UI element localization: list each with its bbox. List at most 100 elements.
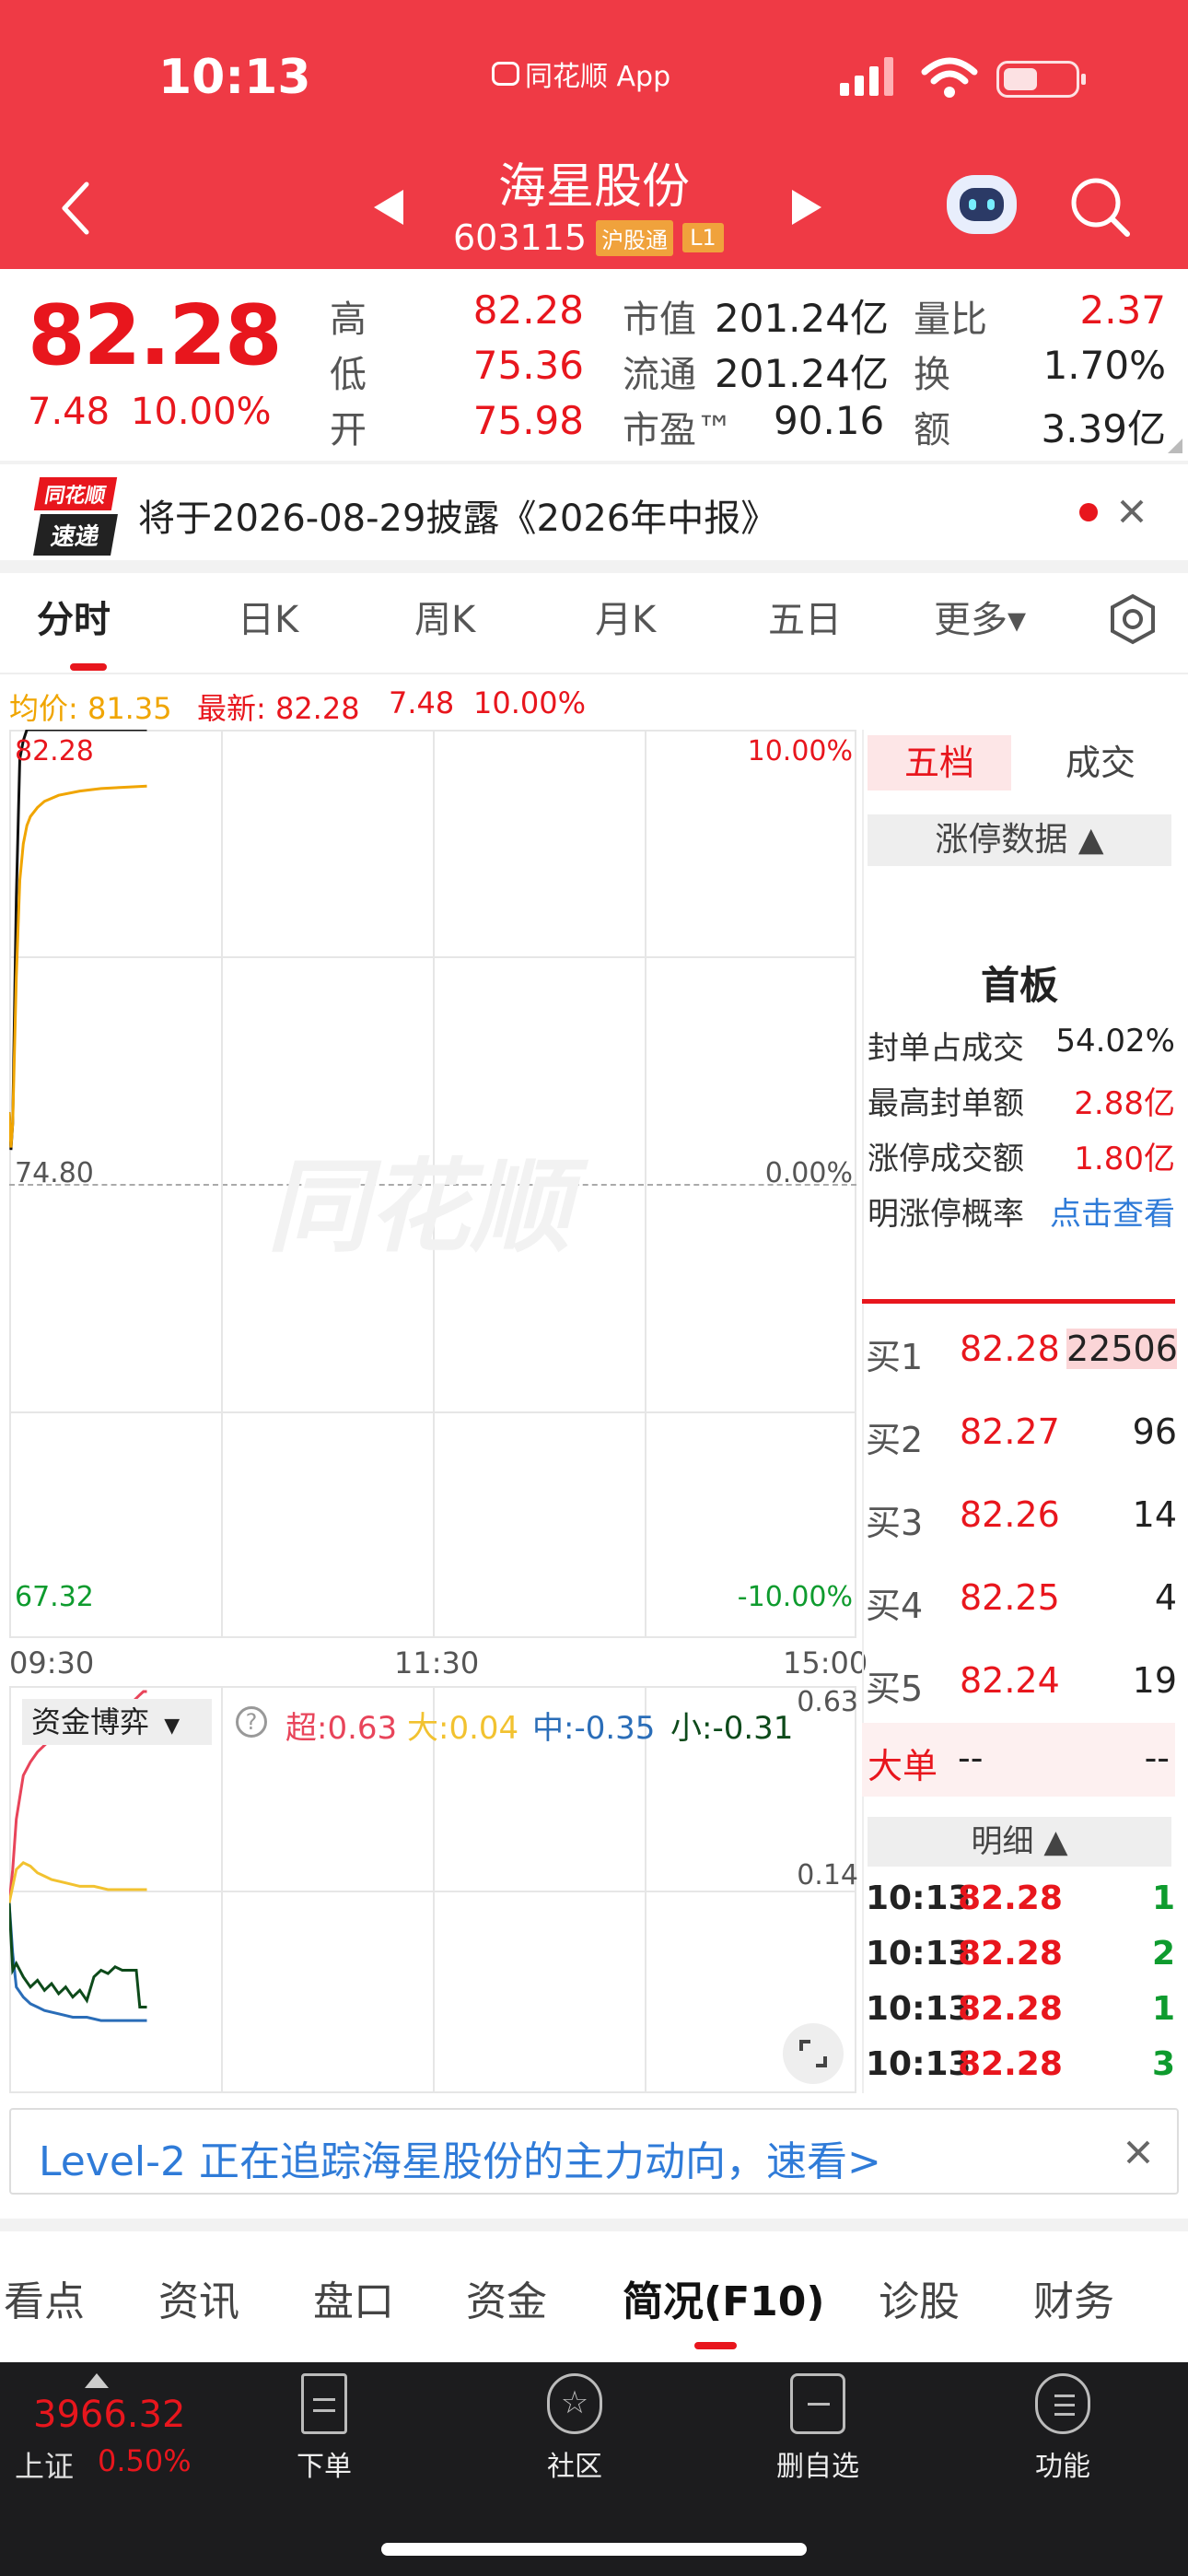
tab-five-day[interactable]: 五日 xyxy=(768,590,842,643)
trade-time: 10:13 xyxy=(866,2045,972,2083)
price-change-pct: 10.00% xyxy=(131,391,272,433)
settings-hexagon-icon[interactable] xyxy=(1107,593,1159,645)
menu-icon xyxy=(1035,2373,1090,2434)
tab-f10-overview[interactable]: 简况(F10) xyxy=(623,2268,825,2327)
tab-capital[interactable]: 资金 xyxy=(466,2268,547,2327)
close-banner-icon[interactable] xyxy=(1125,2139,1151,2165)
trade-time: 10:13 xyxy=(866,1990,972,2028)
flow-series-line-小 xyxy=(9,1903,147,2008)
stat-value-seal-ratio: 54.02% xyxy=(1055,1023,1175,1060)
trade-detail-row: 10:13 82.28 1 xyxy=(866,1990,1179,2042)
price-series-line-均价 xyxy=(9,784,147,1148)
last-price: 82.28 xyxy=(28,287,283,384)
stat-value-limit-amount: 1.80亿 xyxy=(1074,1141,1175,1177)
tab-highlights[interactable]: 看点 xyxy=(4,2268,85,2327)
remove-watchlist-label: 删自选 xyxy=(776,2451,859,2483)
close-notice-icon[interactable] xyxy=(1118,498,1146,525)
latest-change: 7.48 xyxy=(389,685,455,720)
tab-daily-k[interactable]: 日K xyxy=(238,590,298,643)
y-tick-pct-low: -10.00% xyxy=(737,1581,853,1613)
bid-price: 82.26 xyxy=(960,1494,1060,1535)
trade-volume: 1 xyxy=(1151,1990,1175,2028)
divider xyxy=(0,461,1188,464)
community-label: 社区 xyxy=(547,2451,602,2483)
flow-super: 超:0.63 xyxy=(285,1710,398,1747)
bid-volume: 19 xyxy=(1132,1660,1177,1701)
tab-five-levels[interactable]: 五档 xyxy=(868,735,1011,790)
stat-label-limit-amount: 涨停成交额 xyxy=(868,1141,1024,1177)
bid-label: 买2 xyxy=(866,1420,924,1460)
board-label: 首板 xyxy=(980,963,1058,1008)
app-label-text: 同花顺 App xyxy=(525,61,671,93)
community-button[interactable]: ☆ 社区 xyxy=(501,2373,648,2484)
prev-stock-icon[interactable] xyxy=(370,188,407,227)
view-probability-link[interactable]: 点击查看 xyxy=(1031,1188,1175,1234)
tab-monthly-k[interactable]: 月K xyxy=(595,590,656,643)
x-tick-mid: 11:30 xyxy=(394,1645,480,1680)
status-time: 10:13 xyxy=(158,50,311,105)
unread-dot xyxy=(1079,503,1098,521)
home-indicator xyxy=(381,2543,807,2556)
x-tick-open: 09:30 xyxy=(9,1645,95,1680)
status-app-label: 同花顺 App xyxy=(492,53,670,94)
help-icon[interactable]: ? xyxy=(236,1706,267,1738)
level2-banner[interactable]: Level-2 正在追踪海星股份的主力动向，速看> xyxy=(9,2108,1179,2195)
next-stock-icon[interactable] xyxy=(788,188,825,227)
bid-price: 82.25 xyxy=(960,1577,1060,1618)
back-icon[interactable] xyxy=(57,181,94,236)
index-value[interactable]: 3966.32 xyxy=(33,2394,185,2436)
order-button[interactable]: 下单 xyxy=(250,2373,398,2484)
pe-label: 市盈™ xyxy=(623,409,733,451)
big-order-value-1: -- xyxy=(958,1738,984,1778)
battery-icon xyxy=(996,61,1086,98)
stat-label-max-seal: 最高封单额 xyxy=(868,1085,1024,1122)
order-icon xyxy=(301,2373,347,2434)
header: 10:13 同花顺 App 海星股份 603115 沪股通 L1 xyxy=(0,0,1188,269)
pe-value: 90.16 xyxy=(774,398,885,443)
open-label: 开 xyxy=(330,409,367,451)
tab-intraday[interactable]: 分时 xyxy=(37,590,111,643)
level2-banner-text: Level-2 正在追踪海星股份的主力动向，速看> xyxy=(39,2138,881,2185)
tab-diagnosis[interactable]: 诊股 xyxy=(879,2268,960,2327)
signal-icon xyxy=(840,57,893,96)
y-tick-pct-base: 0.00% xyxy=(764,1157,853,1189)
connect-badge: 沪股通 xyxy=(596,219,674,256)
bid-price: 82.27 xyxy=(960,1411,1060,1452)
detail-toggle[interactable]: 明细 ▲ xyxy=(868,1817,1171,1867)
order-label: 下单 xyxy=(297,2451,352,2483)
tab-trades[interactable]: 成交 xyxy=(1031,735,1170,790)
tab-weekly-k[interactable]: 周K xyxy=(414,590,475,643)
tab-order-book[interactable]: 盘口 xyxy=(313,2268,394,2327)
functions-button[interactable]: 功能 xyxy=(989,2373,1136,2484)
market-cap-value: 201.24亿 xyxy=(715,296,889,341)
tab-news[interactable]: 资讯 xyxy=(158,2268,239,2327)
index-name: 上证 xyxy=(15,2449,75,2484)
bid-row: 买4 82.25 4 xyxy=(866,1577,1179,1633)
bid-volume: 96 xyxy=(1132,1411,1177,1452)
bid-row: 买1 82.28 22506 xyxy=(866,1329,1179,1384)
market-cap-label: 市值 xyxy=(623,299,696,341)
notice-text[interactable]: 将于2026-08-29披露《2026年中报》 xyxy=(138,488,777,542)
fullscreen-icon[interactable] xyxy=(783,2023,844,2084)
trade-detail-row: 10:13 82.28 1 xyxy=(866,1879,1179,1931)
bid-price: 82.24 xyxy=(960,1660,1060,1701)
flow-mode-dropdown[interactable]: 资金博弈 ▼ xyxy=(22,1699,212,1745)
flow-series-line-中 xyxy=(9,1903,147,2022)
tab-financials[interactable]: 财务 xyxy=(1033,2268,1114,2327)
functions-label: 功能 xyxy=(1035,2451,1090,2483)
y-tick-base: 74.80 xyxy=(15,1157,94,1189)
limit-up-data-toggle[interactable]: 涨停数据 ▲ xyxy=(868,814,1171,866)
expand-corner-icon[interactable] xyxy=(1166,437,1184,455)
price-change: 7.48 xyxy=(28,391,111,433)
search-icon[interactable] xyxy=(1068,175,1133,240)
notice-logo: 同花顺 速递 xyxy=(33,477,118,556)
turnover-label: 换 xyxy=(914,354,950,396)
wifi-icon xyxy=(921,57,978,98)
avg-price-label: 均价: 81.35 xyxy=(9,691,172,726)
robot-assistant-icon[interactable] xyxy=(947,175,1017,234)
bid-volume: 14 xyxy=(1132,1494,1177,1535)
trade-price: 82.28 xyxy=(958,2045,1063,2083)
tab-more[interactable]: 更多▾ xyxy=(934,590,1026,643)
remove-watchlist-button[interactable]: 删自选 xyxy=(744,2373,891,2484)
flow-tick-top: 0.63 xyxy=(797,1686,858,1718)
